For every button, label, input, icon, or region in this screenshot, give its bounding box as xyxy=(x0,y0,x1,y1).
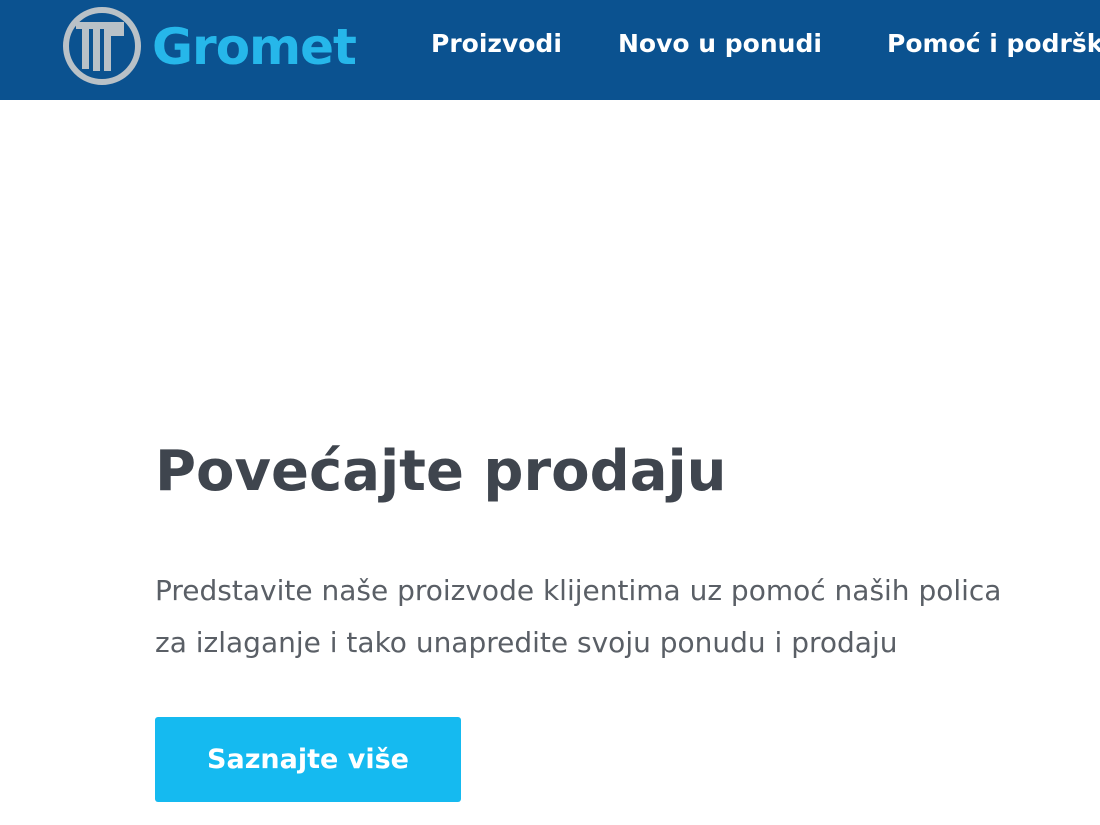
nav-item-proizvodi[interactable]: Proizvodi xyxy=(431,29,562,58)
hero-description-line-2: za izlaganje i tako unapredite svoju pon… xyxy=(155,626,898,659)
learn-more-button[interactable]: Saznajte više xyxy=(155,717,461,802)
hero-description-line-1: Predstavite naše proizvode klijentima uz… xyxy=(155,574,1002,607)
brand-logo[interactable]: Gromet xyxy=(62,5,357,87)
gromet-logo-icon xyxy=(63,7,141,85)
nav-item-pomoc-i-podrska[interactable]: Pomoć i podršk xyxy=(887,29,1100,58)
hero-title: Povećajte prodaju xyxy=(155,439,727,504)
brand-name: Gromet xyxy=(152,18,357,76)
top-navbar: Gromet Proizvodi Novo u ponudi Pomoć i p… xyxy=(0,0,1100,100)
nav-item-novo-u-ponudi[interactable]: Novo u ponudi xyxy=(618,29,822,58)
hero-description: Predstavite naše proizvode klijentima uz… xyxy=(155,565,1085,669)
hero-section: Povećajte prodaju Predstavite naše proiz… xyxy=(155,432,1100,669)
